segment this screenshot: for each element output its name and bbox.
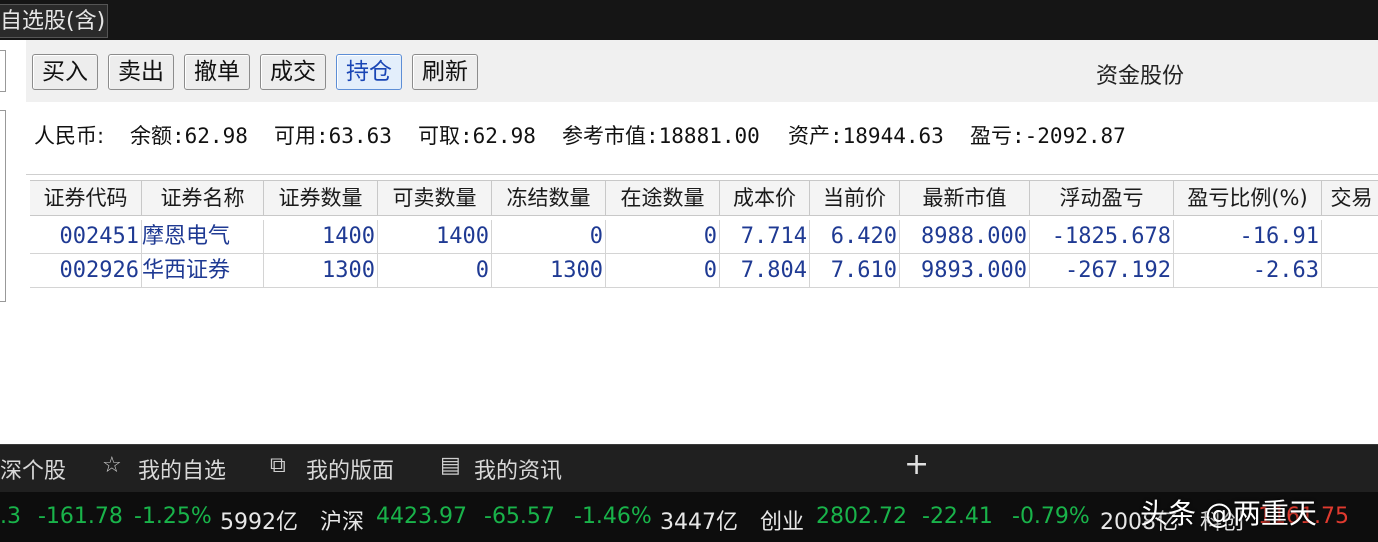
- trade-toolbar: 买入 卖出 撤单 成交 持仓 刷新 资金股份: [26, 40, 1378, 103]
- table-cell: 1300: [492, 254, 606, 288]
- table-cell: 0: [492, 220, 606, 254]
- ticker-change: -65.57: [484, 504, 555, 529]
- table-cell: 摩恩电气: [142, 220, 264, 254]
- left-pane-box: [0, 50, 6, 92]
- column-header[interactable]: 证券数量: [264, 181, 378, 215]
- table-cell: 0: [606, 254, 720, 288]
- nav-my-news[interactable]: 我的资讯: [474, 453, 562, 485]
- table-cell: 9893.000: [900, 254, 1030, 288]
- table-row[interactable]: 002451 摩恩电气 1400 1400 0 0 7.714 6.420 8988.000 -1…: [30, 220, 1378, 254]
- column-header[interactable]: 证券代码: [30, 181, 142, 215]
- ticker-volume: 5992亿: [220, 510, 298, 535]
- table-cell: 0: [378, 254, 492, 288]
- table-cell: 1400: [378, 220, 492, 254]
- buy-button[interactable]: 买入: [32, 54, 98, 90]
- column-header[interactable]: 证券名称: [142, 181, 264, 215]
- cancel-order-button[interactable]: 撤单: [184, 54, 250, 90]
- column-header[interactable]: 冻结数量: [492, 181, 606, 215]
- nav-my-watchlist[interactable]: 我的自选: [138, 453, 226, 485]
- table-cell: 002451: [30, 220, 142, 254]
- column-header[interactable]: 在途数量: [606, 181, 720, 215]
- top-tab-strip: 自选股(含): [0, 0, 1378, 40]
- column-header[interactable]: 成本价: [720, 181, 810, 215]
- withdrawable-value: 可取:62.98: [418, 124, 536, 148]
- refresh-button[interactable]: 刷新: [412, 54, 478, 90]
- watchlist-tab[interactable]: 自选股(含): [0, 4, 108, 38]
- table-cell: 华西证券: [142, 254, 264, 288]
- add-tab-button[interactable]: +: [904, 447, 929, 482]
- ticker-index-name[interactable]: 创业: [760, 504, 804, 536]
- column-header[interactable]: 当前价: [810, 181, 900, 215]
- table-cell: 7.804: [720, 254, 810, 288]
- profit-loss: 盈亏:-2092.87: [970, 124, 1126, 148]
- layout-icon: ⧉: [270, 453, 286, 478]
- ticker-percent: -1.25%: [134, 504, 212, 529]
- table-cell: 7.714: [720, 220, 810, 254]
- deals-button[interactable]: 成交: [260, 54, 326, 90]
- column-header[interactable]: 浮动盈亏: [1030, 181, 1174, 215]
- column-header[interactable]: 盈亏比例(%): [1174, 181, 1322, 215]
- nav-my-layout[interactable]: 我的版面: [306, 453, 394, 485]
- market-value: 参考市值:18881.00: [562, 124, 760, 148]
- table-cell: -16.91: [1174, 220, 1322, 254]
- table-cell: [1322, 220, 1378, 254]
- table-cell: 1400: [264, 220, 378, 254]
- table-cell: -2.63: [1174, 254, 1322, 288]
- table-cell: 7.610: [810, 254, 900, 288]
- sell-button[interactable]: 卖出: [108, 54, 174, 90]
- ticker-volume: 3447亿: [660, 510, 738, 535]
- ticker-value: 4423.97: [376, 504, 467, 529]
- watermark: 头条 @两重天: [1140, 497, 1317, 530]
- ticker-change: -161.78: [38, 504, 123, 529]
- account-summary: 人民币: 余额:62.98 可用:63.63 可取:62.98 参考市值:188…: [26, 102, 1378, 175]
- available-value: 可用:63.63: [274, 124, 392, 148]
- column-header[interactable]: 可卖数量: [378, 181, 492, 215]
- left-side-pane: [0, 40, 27, 444]
- balance-value: 余额:62.98: [130, 124, 248, 148]
- table-cell: 6.420: [810, 220, 900, 254]
- column-header[interactable]: 最新市值: [900, 181, 1030, 215]
- ticker-change: -22.41: [922, 504, 993, 529]
- panel-title: 资金股份: [1096, 64, 1185, 89]
- nav-sz-stocks[interactable]: 深个股: [0, 453, 66, 485]
- document-icon: ▤: [440, 453, 461, 478]
- positions-button[interactable]: 持仓: [336, 54, 402, 90]
- table-cell: -1825.678: [1030, 220, 1174, 254]
- currency-label: 人民币:: [34, 124, 105, 148]
- left-pane-box: [0, 110, 6, 302]
- bottom-nav-bar: 深个股 ☆ 我的自选 ⧉ 我的版面 ▤ 我的资讯 +: [0, 444, 1378, 493]
- ticker-percent: -0.79%: [1012, 504, 1090, 529]
- table-row[interactable]: 002926 华西证券 1300 0 1300 0 7.804 7.610 9893.000 -2…: [30, 254, 1378, 288]
- trading-window: 买入 卖出 撤单 成交 持仓 刷新 资金股份 人民币: 余额:62.98 可用:…: [26, 40, 1378, 444]
- table-cell: -267.192: [1030, 254, 1174, 288]
- table-cell: 1300: [264, 254, 378, 288]
- table-cell: 8988.000: [900, 220, 1030, 254]
- table-header: 证券代码 证券名称 证券数量 可卖数量 冻结数量 在途数量 成本价 当前价 最新市值 浮动盈亏 盈亏…: [30, 180, 1378, 216]
- ticker-value: 2802.72: [816, 504, 907, 529]
- star-icon: ☆: [102, 453, 122, 478]
- ticker-percent: -1.46%: [574, 504, 652, 529]
- ticker-index-name[interactable]: 沪深: [320, 504, 364, 536]
- total-assets: 资产:18944.63: [788, 124, 944, 148]
- table-cell: [1322, 254, 1378, 288]
- column-header[interactable]: 交易: [1322, 181, 1378, 215]
- table-cell: 002926: [30, 254, 142, 288]
- table-cell: 0: [606, 220, 720, 254]
- ticker-value: .3: [0, 504, 21, 529]
